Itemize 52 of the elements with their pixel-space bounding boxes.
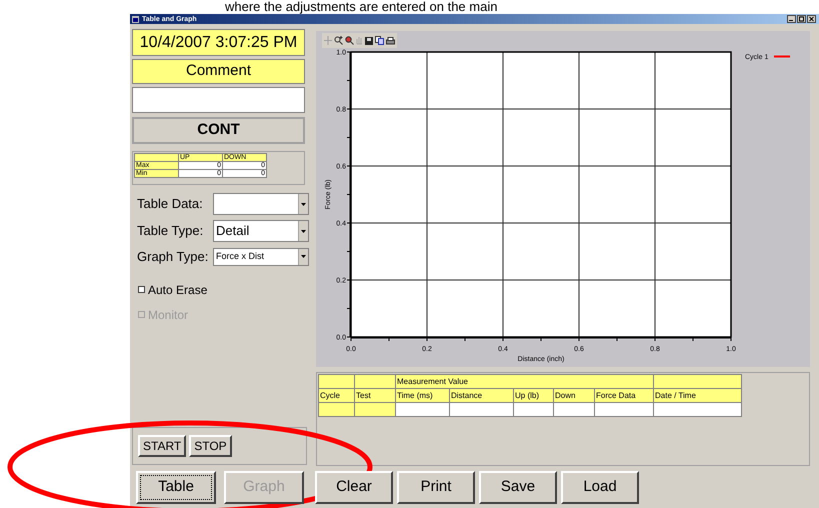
magnifier-icon[interactable] xyxy=(345,36,354,45)
slide-caption: where the adjustments are entered on the main xyxy=(225,0,498,14)
table-cell xyxy=(450,402,514,416)
window-icon xyxy=(132,16,139,22)
action-button[interactable]: Save xyxy=(479,470,557,504)
table-cell xyxy=(318,402,354,416)
group-header: Measurement Value xyxy=(396,374,654,388)
table-cell xyxy=(594,402,654,416)
table-header-cell xyxy=(318,374,354,388)
dropdown[interactable]: Detail xyxy=(213,220,309,242)
table-cell xyxy=(396,402,450,416)
dropdown-arrow-icon xyxy=(301,202,306,206)
dropdown-arrow-icon xyxy=(301,255,306,258)
zoom-in-icon[interactable] xyxy=(334,36,343,45)
minimize-button[interactable] xyxy=(787,15,796,23)
field-label: Table Type: xyxy=(137,222,204,240)
action-button[interactable]: Clear xyxy=(315,470,393,504)
table-header-cell xyxy=(134,154,178,162)
action-button[interactable]: Print xyxy=(397,470,475,504)
run-button[interactable]: START xyxy=(138,435,186,457)
close-button[interactable] xyxy=(807,15,816,23)
table-cell xyxy=(554,402,594,416)
run-button[interactable]: STOP xyxy=(189,435,232,457)
maximize-button[interactable] xyxy=(797,15,806,23)
field-label: Table Data: xyxy=(137,195,204,214)
action-button[interactable]: Load xyxy=(561,470,639,504)
dropdown-arrow-icon xyxy=(301,230,306,232)
column-header: Cycle xyxy=(318,388,354,402)
save-icon[interactable] xyxy=(365,36,373,44)
column-header: Distance xyxy=(450,388,514,402)
dropdown[interactable]: Force x Dist xyxy=(213,248,309,266)
column-header: Test xyxy=(354,388,396,402)
dropdown[interactable] xyxy=(213,193,309,215)
column-header: Force Data xyxy=(594,388,654,402)
table-cell xyxy=(514,402,554,416)
copy-icon[interactable] xyxy=(375,36,384,45)
checkbox-label: Auto Erase xyxy=(148,282,208,298)
checkbox[interactable] xyxy=(138,286,145,293)
table-cell xyxy=(354,402,396,416)
printer-icon[interactable] xyxy=(386,36,395,44)
date-time-display: 10/4/2007 3:07:25 PM xyxy=(132,29,305,56)
comment-label: Comment xyxy=(132,59,305,84)
comment-field[interactable] xyxy=(132,87,305,113)
table-header-cell xyxy=(354,374,396,388)
column-header: Up (lb) xyxy=(514,388,554,402)
column-header: Date / Time xyxy=(654,388,742,402)
mode-display: CONT xyxy=(132,117,305,144)
field-label: Graph Type: xyxy=(137,248,210,266)
column-header: Time (ms) xyxy=(396,388,450,402)
checkbox-label: Monitor xyxy=(148,306,188,324)
column-header: Down xyxy=(554,388,594,402)
view-button[interactable]: Table xyxy=(136,470,216,504)
